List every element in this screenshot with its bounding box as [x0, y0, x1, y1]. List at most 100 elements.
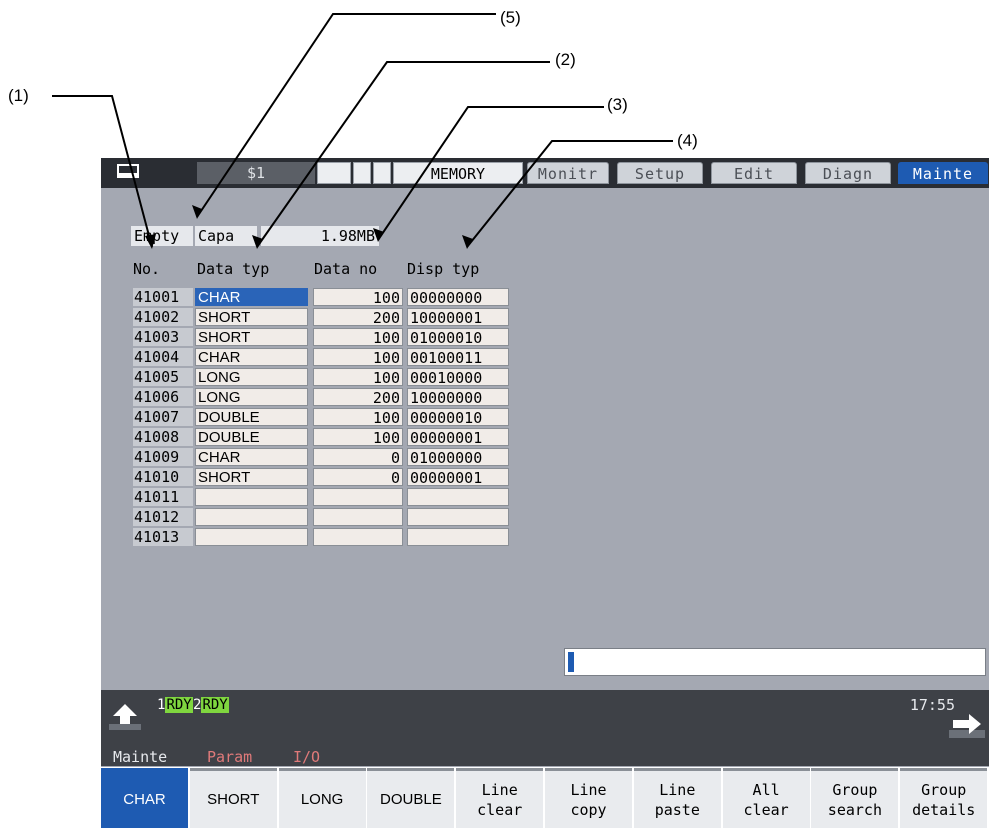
data-type-cell[interactable]: CHAR [195, 348, 308, 366]
data-type-cell[interactable]: SHORT [195, 328, 308, 346]
disp-type-cell[interactable]: 00000001 [407, 428, 509, 447]
progress-bar [564, 648, 986, 676]
disp-type-cell[interactable]: 10000001 [407, 308, 509, 327]
row-number: 41005 [133, 368, 193, 386]
menu-path-param: Param [207, 748, 253, 766]
row-number: 41011 [133, 488, 193, 506]
empty-label: Empty [131, 226, 193, 246]
header-no: No. [133, 260, 161, 278]
row-number: 41009 [133, 448, 193, 466]
softkey-line-clear[interactable]: Line clear [456, 768, 544, 828]
callout-2: (2) [555, 50, 576, 69]
disp-type-cell[interactable]: 00100011 [407, 348, 509, 367]
data-no-cell[interactable]: 100 [313, 328, 403, 347]
data-no-cell[interactable]: 100 [313, 368, 403, 387]
data-type-cell[interactable] [195, 528, 308, 546]
row-number: 41010 [133, 468, 193, 486]
status-bar: 1RDY 2RDY 17:55 Mainte Param I/O [101, 690, 989, 766]
data-type-cell[interactable]: SHORT [195, 468, 308, 486]
softkey-group-details[interactable]: Group details [900, 768, 988, 828]
forward-arrow-icon[interactable] [949, 712, 985, 738]
row-number: 41001 [133, 288, 193, 306]
callout-3: (3) [607, 95, 628, 114]
data-no-cell[interactable] [313, 488, 403, 506]
disp-type-cell[interactable] [407, 488, 509, 506]
softkey-char[interactable]: CHAR [101, 768, 188, 828]
menu-path-mainte: Mainte [113, 748, 168, 766]
data-type-cell[interactable] [195, 508, 308, 526]
disp-type-cell[interactable]: 00000000 [407, 288, 509, 307]
data-no-cell[interactable]: 0 [313, 468, 403, 487]
row-number: 41003 [133, 328, 193, 346]
disp-type-cell[interactable]: 00010000 [407, 368, 509, 387]
return-arrow-icon[interactable] [109, 702, 141, 730]
channel-2-status: 2RDY [193, 696, 229, 714]
channel-1-ready: RDY [165, 697, 193, 713]
disp-type-cell[interactable]: 00000001 [407, 468, 509, 487]
softkey-short[interactable]: SHORT [189, 768, 277, 828]
system-label: $1 [197, 162, 315, 184]
softkey-long[interactable]: LONG [278, 768, 366, 828]
disp-type-cell[interactable] [407, 508, 509, 526]
data-type-cell[interactable]: LONG [195, 388, 308, 406]
data-no-cell[interactable]: 100 [313, 408, 403, 427]
top-bar: $1 MEMORY Monitr Setup Edit Diagn Mainte [101, 158, 989, 188]
header-data-type: Data typ [197, 260, 270, 278]
data-no-cell[interactable]: 100 [313, 428, 403, 447]
menu-path-io: I/O [293, 748, 321, 766]
row-number: 41007 [133, 408, 193, 426]
callout-5: (5) [500, 8, 521, 27]
header-disp-type: Disp typ [407, 260, 480, 278]
row-number: 41006 [133, 388, 193, 406]
data-no-cell[interactable]: 0 [313, 448, 403, 467]
nc-screen: $1 MEMORY Monitr Setup Edit Diagn Mainte… [101, 158, 989, 828]
data-type-cell[interactable]: DOUBLE [195, 428, 308, 446]
softkey-double[interactable]: DOUBLE [367, 768, 455, 828]
data-no-cell[interactable]: 100 [313, 348, 403, 367]
softkey-line-copy[interactable]: Line copy [545, 768, 632, 828]
row-number: 41013 [133, 528, 193, 546]
data-no-cell[interactable]: 200 [313, 308, 403, 327]
tab-mainte[interactable]: Mainte [898, 162, 988, 184]
softkey-bar: CHAR SHORT LONG DOUBLE Line clear Line copy Li… [101, 767, 989, 828]
callout-1: (1) [8, 86, 29, 105]
row-number: 41008 [133, 428, 193, 446]
row-number: 41002 [133, 308, 193, 326]
callout-4: (4) [677, 131, 698, 150]
mode-indicator: MEMORY [393, 162, 523, 184]
data-type-cell[interactable]: LONG [195, 368, 308, 386]
channel-1-status: 1RDY [157, 696, 193, 714]
header-data-no: Data no [314, 260, 378, 278]
data-no-cell[interactable] [313, 508, 403, 526]
data-type-cell[interactable]: CHAR [195, 288, 308, 306]
data-type-cell[interactable]: CHAR [195, 448, 308, 466]
softkey-all-clear[interactable]: All clear [722, 768, 810, 828]
channel-2-ready: RDY [201, 697, 229, 713]
row-number: 41012 [133, 508, 193, 526]
data-type-cell[interactable] [195, 488, 308, 506]
capacity-value: 1.98MB [261, 226, 379, 246]
tab-diagn[interactable]: Diagn [805, 162, 891, 184]
status-box-3 [373, 162, 391, 184]
disp-type-cell[interactable] [407, 528, 509, 546]
softkey-line-paste[interactable]: Line paste [633, 768, 721, 828]
tab-monitor[interactable]: Monitr [527, 162, 609, 184]
window-icon[interactable] [105, 162, 195, 184]
status-box-1 [317, 162, 351, 184]
tab-setup[interactable]: Setup [617, 162, 703, 184]
data-type-cell[interactable]: SHORT [195, 308, 308, 326]
progress-fill [568, 652, 574, 672]
row-number: 41004 [133, 348, 193, 366]
tab-edit[interactable]: Edit [711, 162, 797, 184]
data-no-cell[interactable]: 100 [313, 288, 403, 307]
status-box-2 [353, 162, 371, 184]
disp-type-cell[interactable]: 01000000 [407, 448, 509, 467]
disp-type-cell[interactable]: 01000010 [407, 328, 509, 347]
data-no-cell[interactable]: 200 [313, 388, 403, 407]
data-type-cell[interactable]: DOUBLE [195, 408, 308, 426]
softkey-group-search[interactable]: Group search [811, 768, 899, 828]
disp-type-cell[interactable]: 10000000 [407, 388, 509, 407]
capa-label: Capa [195, 226, 257, 246]
disp-type-cell[interactable]: 00000010 [407, 408, 509, 427]
data-no-cell[interactable] [313, 528, 403, 546]
